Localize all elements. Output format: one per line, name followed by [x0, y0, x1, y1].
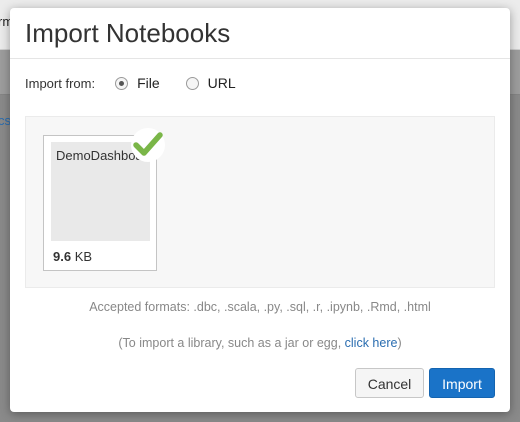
radio-option-url[interactable]: URL	[185, 75, 236, 91]
cancel-button[interactable]: Cancel	[355, 368, 424, 398]
import-button[interactable]: Import	[429, 368, 495, 398]
import-source-row: Import from: File URL	[25, 75, 236, 91]
file-size: 9.6 KB	[53, 249, 92, 264]
url-radio-label[interactable]: URL	[208, 75, 236, 91]
accepted-formats-text: Accepted formats: .dbc, .scala, .py, .sq…	[89, 300, 431, 314]
click-here-link[interactable]: click here	[345, 336, 398, 350]
uploaded-file-card[interactable]: DemoDashboard 9.6 KB	[43, 128, 165, 271]
file-size-value: 9.6	[53, 249, 72, 264]
upload-success-badge	[131, 128, 165, 162]
library-import-note: (To import a library, such as a jar or e…	[10, 336, 510, 350]
dialog-title: Import Notebooks	[25, 18, 231, 48]
import-from-label: Import from:	[25, 75, 96, 91]
file-radio-button[interactable]	[115, 76, 129, 90]
url-radio-button[interactable]	[185, 76, 199, 90]
library-note-suffix: )	[397, 336, 402, 350]
file-size-unit: KB	[74, 249, 93, 264]
checkmark-icon	[133, 132, 163, 156]
library-note-prefix: (To import a library, such as a jar or e…	[118, 336, 345, 350]
radio-option-file[interactable]: File	[115, 75, 160, 91]
dialog-header: Import Notebooks	[10, 8, 510, 59]
file-drop-zone[interactable]: DemoDashboard 9.6 KB	[25, 116, 495, 288]
import-notebooks-dialog: Import Notebooks Import from: File URL D…	[10, 8, 510, 412]
file-radio-label[interactable]: File	[137, 75, 160, 91]
